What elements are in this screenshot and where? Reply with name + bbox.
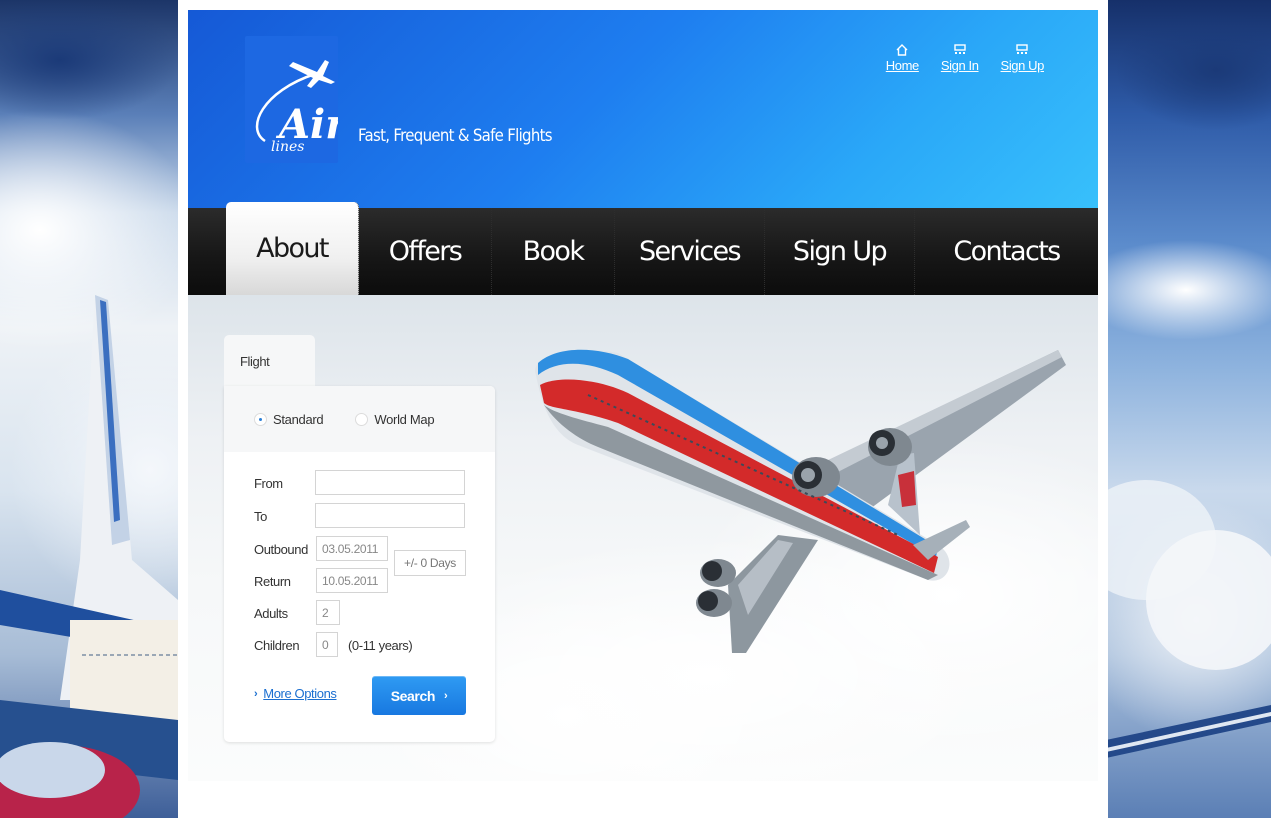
- signup-icon: [1016, 42, 1028, 58]
- search-mode-selector: Standard World Map: [224, 386, 495, 452]
- adults-field[interactable]: [316, 600, 340, 625]
- sign-in-link-label: Sign In: [940, 58, 979, 73]
- chevron-right-icon: ›: [254, 687, 258, 700]
- radio-standard[interactable]: Standard: [254, 411, 324, 427]
- children-label: Children: [254, 638, 300, 653]
- nav-sign-up[interactable]: Sign Up: [765, 208, 915, 295]
- sign-up-link[interactable]: Sign Up: [1001, 42, 1044, 73]
- from-label: From: [254, 476, 283, 491]
- flex-days-select[interactable]: +/- 0 Days: [394, 550, 466, 576]
- home-link[interactable]: Home: [886, 42, 919, 73]
- site-header: Air lines Fast, Frequent & Safe Flights …: [188, 10, 1098, 208]
- return-date-field[interactable]: [316, 568, 388, 593]
- airplane-illustration: [535, 349, 1066, 653]
- more-options-label: More Options: [263, 686, 337, 701]
- to-label: To: [254, 509, 267, 524]
- search-button[interactable]: Search ›: [372, 676, 466, 715]
- tagline: Fast, Frequent & Safe Flights: [358, 126, 553, 146]
- flight-search-form: Standard World Map From To Outbound +/- …: [224, 386, 495, 742]
- from-field[interactable]: [315, 470, 465, 495]
- airlines-logo[interactable]: Air lines: [245, 36, 349, 163]
- nav-about[interactable]: About: [226, 202, 359, 295]
- flex-days-value: +/- 0 Days: [403, 556, 457, 570]
- top-links: Home Sign In Sign Up: [886, 42, 1044, 73]
- outbound-date-field[interactable]: [316, 536, 388, 561]
- radio-world-map-dot[interactable]: [355, 412, 369, 426]
- return-label: Return: [254, 574, 291, 589]
- adults-label: Adults: [254, 606, 288, 621]
- sign-up-link-label: Sign Up: [1000, 58, 1045, 73]
- tab-flight[interactable]: Flight: [224, 335, 315, 387]
- more-options-link[interactable]: › More Options: [254, 686, 337, 701]
- radio-standard-label: Standard: [273, 411, 324, 427]
- tab-flight-label: Flight: [240, 353, 270, 369]
- children-field[interactable]: [316, 632, 338, 657]
- radio-world-map[interactable]: World Map: [355, 411, 435, 427]
- main-nav: About Offers Book Services Sign Up Conta…: [188, 202, 1098, 295]
- airplane-logo-icon: Air lines: [255, 60, 349, 155]
- home-icon: [896, 42, 908, 58]
- nav-services[interactable]: Services: [615, 208, 765, 295]
- to-field[interactable]: [315, 503, 465, 528]
- logo-subtext: lines: [271, 139, 304, 155]
- sign-in-link[interactable]: Sign In: [941, 42, 979, 73]
- home-link-label: Home: [885, 58, 919, 73]
- radio-world-map-label: World Map: [374, 411, 435, 427]
- nav-contacts[interactable]: Contacts: [915, 208, 1098, 295]
- radio-standard-dot[interactable]: [254, 412, 267, 426]
- wing-illustration: [1106, 480, 1271, 758]
- children-age-note: (0-11 years): [348, 638, 413, 653]
- chevron-right-icon: ›: [444, 689, 448, 702]
- outbound-label: Outbound: [254, 542, 308, 557]
- signin-icon: [954, 42, 966, 58]
- nav-book[interactable]: Book: [492, 208, 615, 295]
- airplane-tail-illustration: [0, 295, 178, 818]
- left-background: [0, 0, 178, 818]
- nav-offers[interactable]: Offers: [359, 208, 492, 295]
- search-button-label: Search: [390, 687, 436, 704]
- right-background: [1106, 0, 1271, 818]
